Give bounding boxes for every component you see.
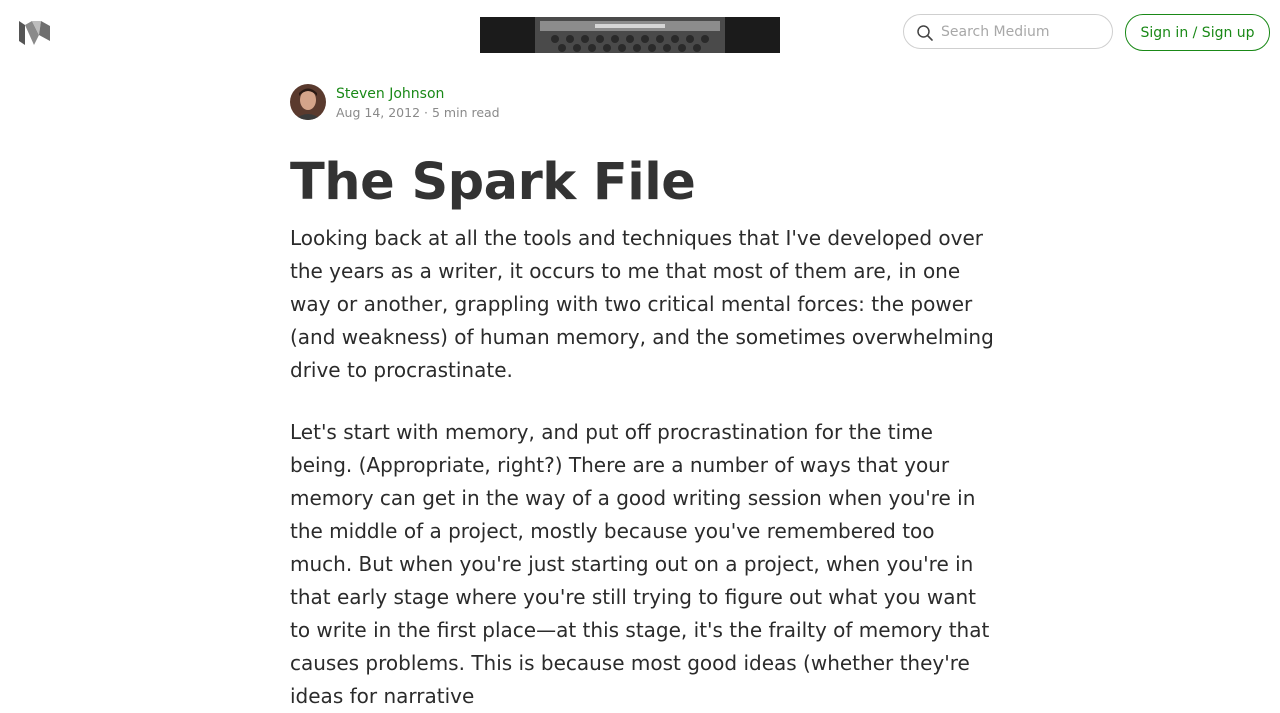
- author-avatar[interactable]: [290, 84, 326, 120]
- read-time: 5 min read: [432, 105, 500, 120]
- article-title: The Spark File: [290, 153, 696, 212]
- search-icon: [916, 24, 934, 42]
- meta-separator: ·: [424, 105, 429, 120]
- medium-logo-icon[interactable]: [19, 19, 51, 46]
- search-input[interactable]: [941, 22, 1101, 42]
- article-paragraph: Looking back at all the tools and techni…: [290, 226, 994, 382]
- article-paragraph: Let's start with memory, and put off pro…: [290, 420, 990, 708]
- byline: Steven Johnson Aug 14, 2012 · 5 min read: [290, 84, 995, 124]
- author-name[interactable]: Steven Johnson: [336, 86, 444, 102]
- post-date: Aug 14, 2012: [336, 105, 421, 120]
- article: Steven Johnson Aug 14, 2012 · 5 min read…: [290, 84, 995, 713]
- sign-in-button[interactable]: Sign in / Sign up: [1125, 14, 1270, 51]
- hero-image: [480, 17, 780, 53]
- search-box[interactable]: [903, 14, 1113, 49]
- post-meta: Aug 14, 2012 · 5 min read: [336, 105, 500, 120]
